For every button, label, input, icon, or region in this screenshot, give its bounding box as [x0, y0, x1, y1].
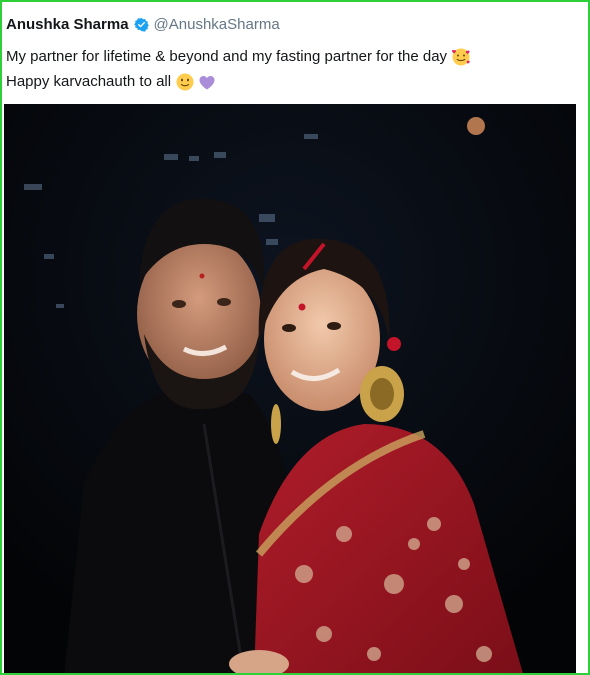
tweet-text-line-2-label: Happy karvachauth to all: [6, 73, 172, 90]
tweet-text: My partner for lifetime & beyond and my …: [6, 44, 576, 94]
smiling-face-with-hearts-icon: [451, 47, 471, 67]
tweet-text-line-1: My partner for lifetime & beyond and my …: [6, 44, 576, 69]
user-handle[interactable]: @AnushkaSharma: [154, 16, 280, 33]
couple-portrait-image: [4, 104, 576, 673]
tweet-text-line-2: Happy karvachauth to all: [6, 69, 576, 94]
purple-heart-icon: [197, 72, 217, 92]
tweet-header: Anushka Sharma @AnushkaSharma: [6, 16, 280, 33]
tweet-text-line-1-label: My partner for lifetime & beyond and my …: [6, 48, 448, 65]
tweet-photo[interactable]: [4, 104, 576, 673]
display-name[interactable]: Anushka Sharma: [6, 16, 129, 33]
tweet-card: Anushka Sharma @AnushkaSharma My partner…: [0, 0, 590, 675]
slightly-smiling-face-icon: [175, 72, 195, 92]
verified-badge-icon: [133, 17, 149, 32]
photo-right-margin: [576, 104, 588, 673]
